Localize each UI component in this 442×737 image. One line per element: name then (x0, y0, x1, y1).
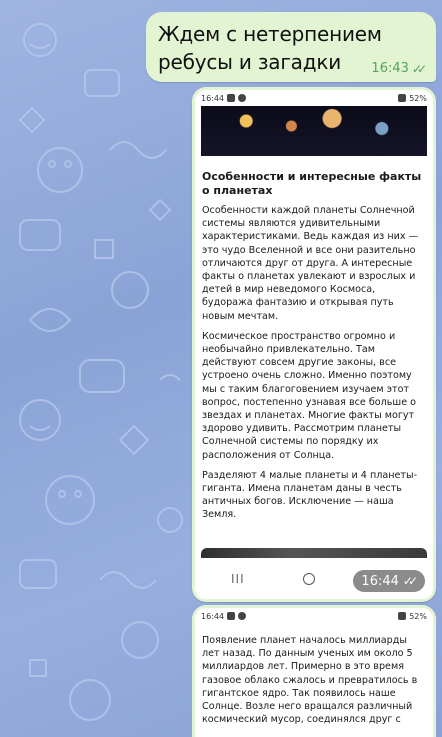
screenshot-image[interactable]: 16:44 52% Появление планет началось милл… (195, 608, 433, 737)
photo-time: 16:44 (361, 573, 399, 589)
photo-timestamp: 16:44 ✓✓ (353, 570, 425, 592)
app-icon (238, 612, 247, 620)
phone-status-bar: 16:44 52% (195, 90, 433, 106)
article-paragraph: Особенности каждой планеты Солнечной сис… (202, 205, 419, 322)
status-time: 16:44 (201, 93, 225, 103)
message-time: 16:43 (371, 61, 409, 76)
article: Особенности и интересные факты о планета… (195, 156, 433, 522)
text-message-bubble[interactable]: Ждем с нетерпением ребусы и загадки 16:4… (146, 12, 436, 82)
photo-message-bubble[interactable]: 16:44 52% Появление планет началось милл… (192, 605, 436, 737)
article: Появление планет началось миллиарды лет … (195, 624, 433, 726)
battery-percent: 52% (409, 93, 427, 103)
article-paragraph: Появление планет началось миллиарды лет … (202, 635, 418, 726)
home-icon (302, 572, 315, 585)
signal-icon (398, 94, 407, 102)
app-icon (227, 612, 236, 620)
app-icon (227, 94, 236, 102)
app-icon (238, 94, 247, 102)
screenshot-image[interactable]: 16:44 52% Особенности и интересные факты… (195, 90, 433, 599)
article-paragraph: Космическое пространство огромно и необы… (202, 330, 417, 461)
double-check-icon: ✓✓ (411, 61, 427, 76)
message-meta: 16:43 ✓✓ (371, 61, 427, 76)
photo-message-bubble[interactable]: 16:44 52% Особенности и интересные факты… (192, 87, 436, 602)
signal-icon (398, 612, 407, 620)
phone-status-bar: 16:44 52% (195, 608, 433, 624)
planets-image (201, 106, 427, 156)
battery-percent: 52% (409, 611, 427, 621)
article-title: Особенности и интересные факты о планета… (202, 170, 422, 197)
recent-apps-icon: III (231, 571, 245, 586)
status-time: 16:44 (201, 611, 225, 621)
article-paragraph: Разделяют 4 малые планеты и 4 планеты-ги… (202, 469, 418, 521)
double-check-icon: ✓✓ (402, 574, 418, 588)
